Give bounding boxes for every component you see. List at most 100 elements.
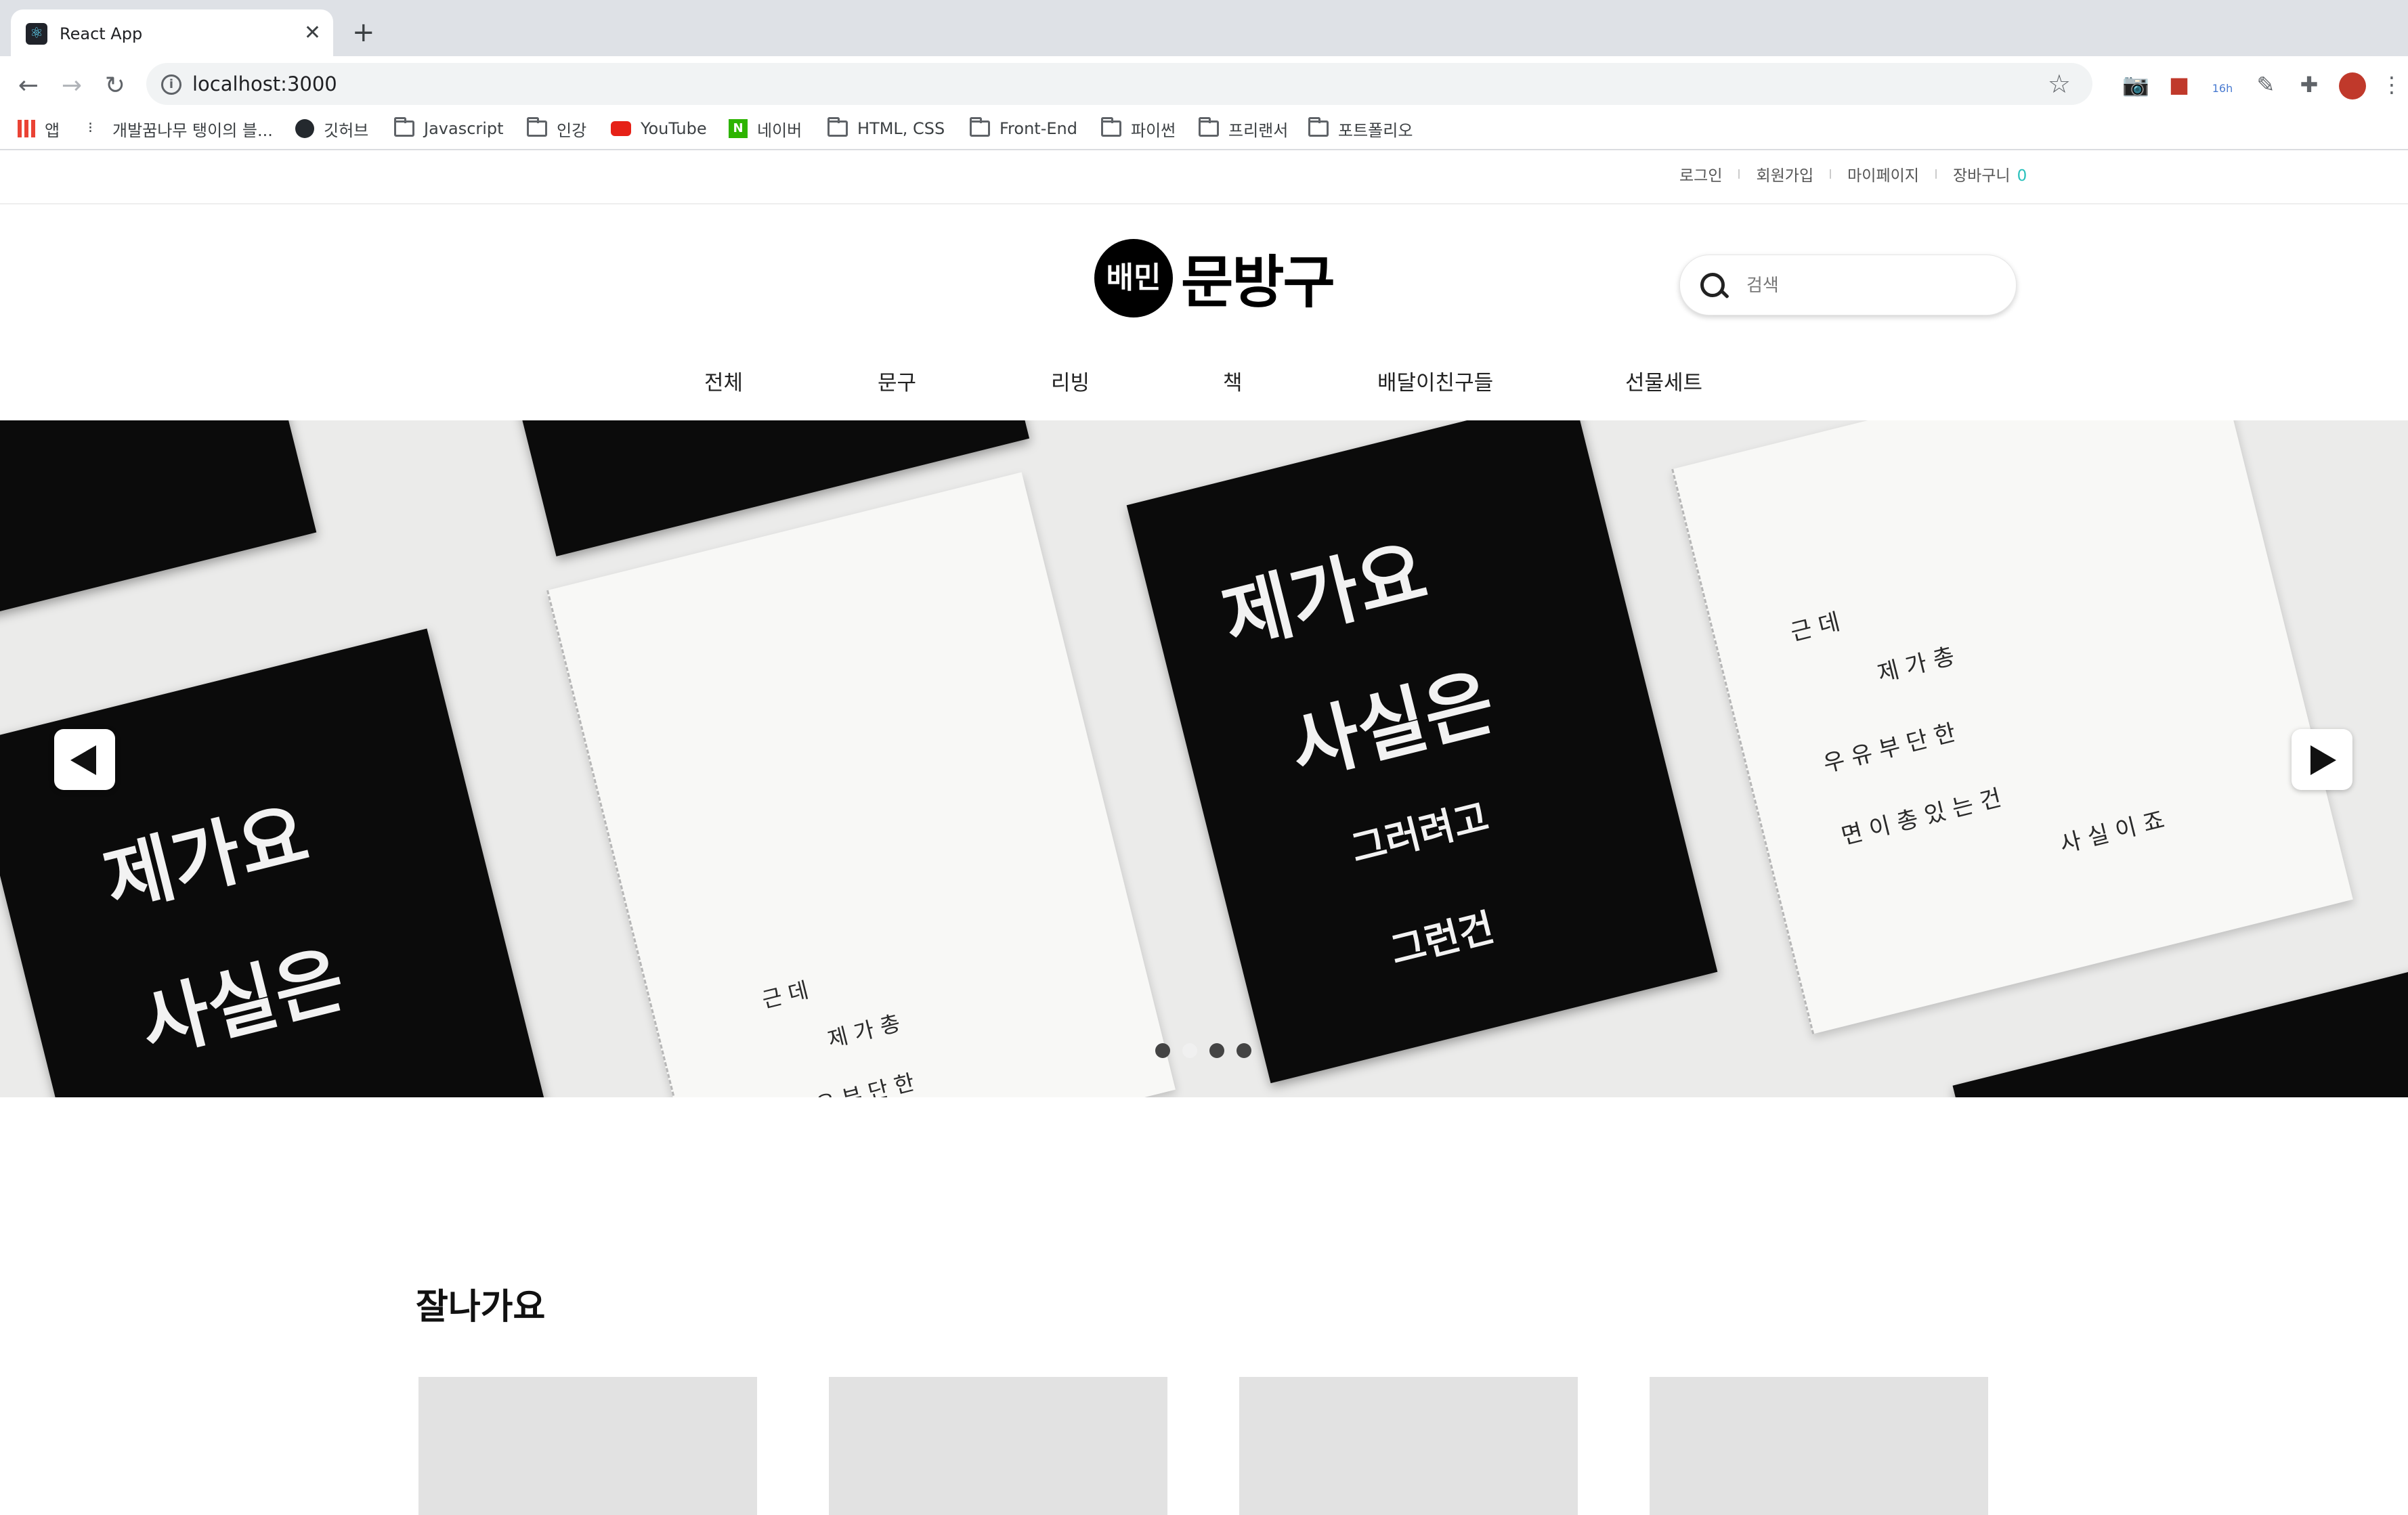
search-box — [1679, 255, 2017, 315]
card-text: 제가요 — [95, 790, 317, 925]
arrow-right-icon — [2310, 745, 2336, 775]
mypage-link[interactable]: 마이페이지 — [1847, 162, 1919, 185]
arrow-left-icon — [70, 745, 96, 775]
browser-toolbar: ← → ↻ i localhost:3000 ☆ 📷 ■ 16h ✎ ✚ ⋮ 앱… — [0, 56, 2408, 161]
slider-dot-active[interactable] — [1182, 1043, 1197, 1058]
site-logo[interactable]: 배민 문방구 — [1094, 237, 1335, 319]
bookmark-python[interactable]: 파이썬 — [1101, 115, 1176, 142]
card-text: 제 가 총 — [1874, 642, 1958, 688]
folder-icon — [527, 117, 547, 137]
bookmarks-bar: 앱 ⁝ 개발꿈나무 탱이의 블... 깃허브 Javascript 인강 You… — [0, 108, 2408, 149]
product-card[interactable] — [418, 1377, 757, 1515]
nav-item-living[interactable]: 리빙 — [1051, 366, 1090, 396]
folder-icon — [1101, 117, 1121, 137]
card-text: 제가요 — [1214, 527, 1436, 663]
nav-item-baedal-friends[interactable]: 배달이친구들 — [1377, 366, 1493, 396]
eyedropper-extension-icon[interactable]: ✎ — [2250, 68, 2282, 101]
postcard-white: 근 데 제 가 총 우 유 부 단 한 — [546, 472, 1176, 1097]
divider — [1830, 169, 1832, 179]
new-tab-icon[interactable]: + — [352, 18, 375, 47]
postcard-black: 제가요 사실은 — [0, 628, 561, 1097]
bookmark-blog[interactable]: ⁝ 개발꿈나무 탱이의 블... — [88, 115, 273, 142]
bookmark-html-css[interactable]: HTML, CSS — [827, 115, 945, 142]
bookmark-lectures[interactable]: 인강 — [527, 115, 586, 142]
postcard-black — [0, 420, 317, 624]
signup-link[interactable]: 회원가입 — [1756, 162, 1813, 185]
tab-title: React App — [60, 24, 143, 43]
nav-item-all[interactable]: 전체 — [704, 366, 743, 396]
folder-icon — [1308, 117, 1329, 137]
reload-icon[interactable]: ↻ — [95, 66, 135, 106]
cart-link[interactable]: 장바구니 0 — [1953, 162, 2027, 185]
card-text: 면 이 총 있 는 건 — [1839, 784, 2004, 850]
divider — [1738, 169, 1740, 179]
card-text: 사실은 — [1281, 657, 1503, 792]
youtube-icon — [611, 121, 631, 136]
card-text: 사 실 이 죠 — [2057, 806, 2168, 859]
back-icon[interactable]: ← — [8, 66, 49, 106]
divider — [1935, 169, 1937, 179]
search-input[interactable] — [1745, 270, 1992, 301]
card-text: 근 데 — [759, 977, 811, 1013]
card-text: 사실은 — [131, 935, 353, 1070]
slider-dots — [1155, 1043, 1264, 1058]
site-info-icon[interactable]: i — [161, 74, 181, 95]
bookmark-naver[interactable]: N 네이버 — [729, 115, 802, 142]
section-title: 잘나가요 — [416, 1287, 546, 1327]
postcard-black: 제가요 사실은 그러려고 그런건 — [1126, 420, 1718, 1084]
search-icon[interactable] — [1700, 273, 1725, 297]
logo-badge: 배민 — [1094, 238, 1173, 317]
slider-prev-button[interactable] — [54, 729, 115, 790]
browser-tab-strip: ⚛ React App ✕ + — [0, 0, 2408, 56]
calendar-extension-icon[interactable]: 16h — [2206, 68, 2239, 101]
nav-item-books[interactable]: 책 — [1223, 366, 1243, 396]
cart-label: 장바구니 — [1952, 167, 2011, 185]
slider-dot[interactable] — [1155, 1043, 1170, 1058]
puzzle-extensions-icon[interactable]: ✚ — [2293, 68, 2325, 101]
react-favicon-icon: ⚛ — [26, 23, 47, 45]
red-extension-icon[interactable]: ■ — [2163, 68, 2195, 101]
bookmark-youtube[interactable]: YouTube — [611, 115, 707, 142]
browser-tab[interactable]: ⚛ React App ✕ — [11, 9, 333, 56]
address-bar[interactable]: i localhost:3000 ☆ — [146, 63, 2092, 105]
nav-item-stationery[interactable]: 문구 — [878, 366, 916, 396]
slider-dot[interactable] — [1209, 1043, 1224, 1058]
product-card[interactable] — [1239, 1377, 1578, 1515]
bookmark-freelancer[interactable]: 프리랜서 — [1199, 115, 1288, 142]
card-text: 그런건 — [1385, 904, 1499, 974]
utility-bar: 로그인 회원가입 마이페이지 장바구니 0 — [0, 150, 2408, 204]
bookmark-star-icon[interactable]: ☆ — [2048, 70, 2071, 98]
bookmark-javascript[interactable]: Javascript — [394, 115, 504, 142]
url-text[interactable]: localhost:3000 — [192, 72, 337, 95]
cart-count-badge: 0 — [2017, 167, 2027, 185]
product-card[interactable] — [829, 1377, 1167, 1515]
slider-dot[interactable] — [1237, 1043, 1251, 1058]
forward-icon[interactable]: → — [51, 66, 92, 106]
bookmark-apps[interactable]: 앱 — [18, 115, 60, 142]
login-link[interactable]: 로그인 — [1679, 162, 1722, 185]
github-icon — [295, 119, 314, 138]
folder-icon — [827, 117, 848, 137]
product-card[interactable] — [1650, 1377, 1988, 1515]
nav-item-gift-sets[interactable]: 선물세트 — [1625, 366, 1702, 396]
naver-icon: N — [729, 119, 748, 138]
camera-extension-icon[interactable]: 📷 — [2120, 68, 2152, 101]
bookmark-portfolio[interactable]: 포트폴리오 — [1308, 115, 1413, 142]
card-text: 근 데 — [1788, 608, 1843, 647]
bookmark-front-end[interactable]: Front-End — [970, 115, 1077, 142]
utility-links: 로그인 회원가입 마이페이지 장바구니 0 — [1679, 162, 2027, 185]
card-text: 그러려고 — [1346, 794, 1493, 872]
card-text: 우 유 부 단 한 — [787, 1069, 918, 1097]
folder-icon — [1199, 117, 1219, 137]
folder-icon — [970, 117, 990, 137]
apps-grid-icon — [18, 120, 35, 137]
browser-menu-icon[interactable]: ⋮ — [2381, 68, 2403, 101]
postcard-white: 근 데 제 가 총 우 유 부 단 한 면 이 총 있 는 건 사 실 이 죠 — [1671, 420, 2353, 1034]
tab-close-icon[interactable]: ✕ — [304, 22, 321, 45]
bookmark-github[interactable]: 깃허브 — [295, 115, 368, 142]
blog-favicon-icon: ⁝ — [88, 120, 93, 137]
card-text: 우 유 부 단 한 — [1820, 719, 1959, 778]
logo-text: 문방구 — [1181, 249, 1335, 315]
slider-next-button[interactable] — [2292, 729, 2352, 790]
profile-avatar[interactable] — [2336, 68, 2369, 101]
